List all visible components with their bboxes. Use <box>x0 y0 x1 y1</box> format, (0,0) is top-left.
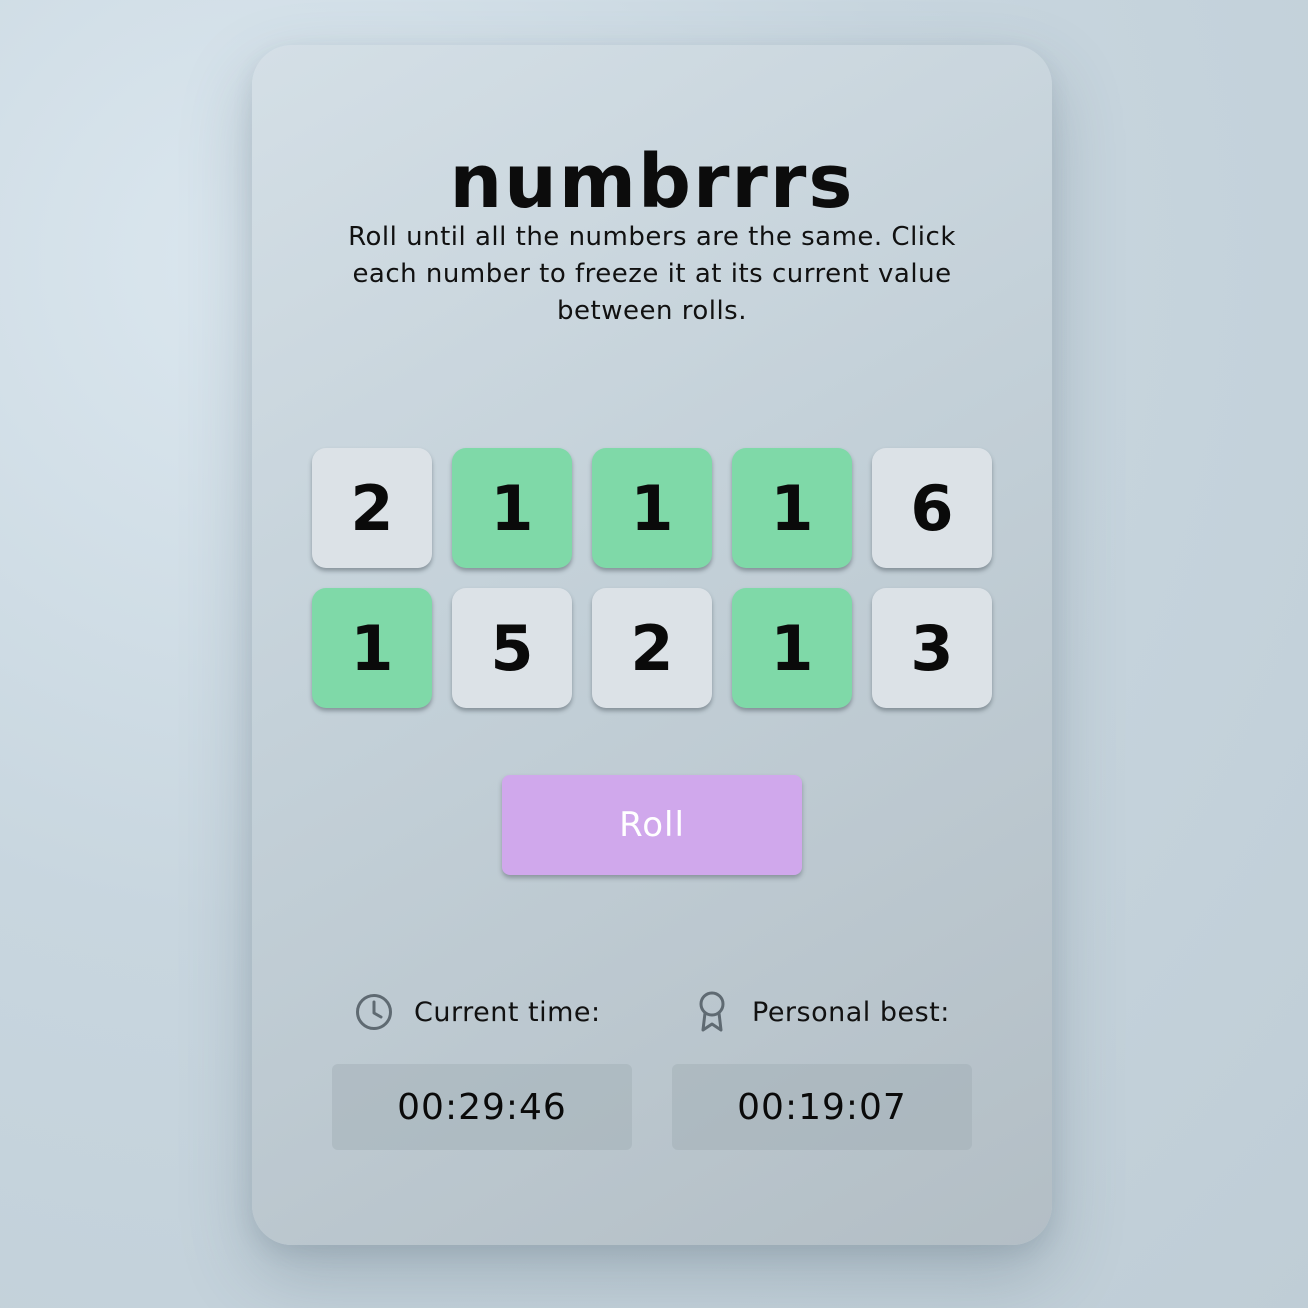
personal-best-label: Personal best: <box>752 996 950 1028</box>
roll-button[interactable]: Roll <box>502 775 802 875</box>
current-time-label-row: Current time: <box>352 988 601 1036</box>
die-tile[interactable]: 1 <box>452 448 572 568</box>
die-tile[interactable]: 1 <box>732 588 852 708</box>
die-tile[interactable]: 2 <box>592 588 712 708</box>
personal-best-value: 00:19:07 <box>672 1064 972 1150</box>
die-tile[interactable]: 3 <box>872 588 992 708</box>
personal-best-label-row: Personal best: <box>690 988 950 1036</box>
dice-grid: 2 1 1 1 6 1 5 2 1 3 <box>312 448 992 708</box>
game-card: numbrrrs Roll until all the numbers are … <box>252 45 1052 1245</box>
current-time-label: Current time: <box>414 996 601 1028</box>
app-title: numbrrrs <box>449 139 855 225</box>
award-icon <box>690 988 734 1036</box>
clock-icon <box>352 988 396 1036</box>
die-tile[interactable]: 1 <box>592 448 712 568</box>
instructions: Roll until all the numbers are the same.… <box>348 222 956 326</box>
current-time-value: 00:29:46 <box>332 1064 632 1150</box>
die-tile[interactable]: 1 <box>732 448 852 568</box>
die-tile[interactable]: 6 <box>872 448 992 568</box>
die-tile[interactable]: 5 <box>452 588 572 708</box>
die-tile[interactable]: 2 <box>312 448 432 568</box>
die-tile[interactable]: 1 <box>312 588 432 708</box>
